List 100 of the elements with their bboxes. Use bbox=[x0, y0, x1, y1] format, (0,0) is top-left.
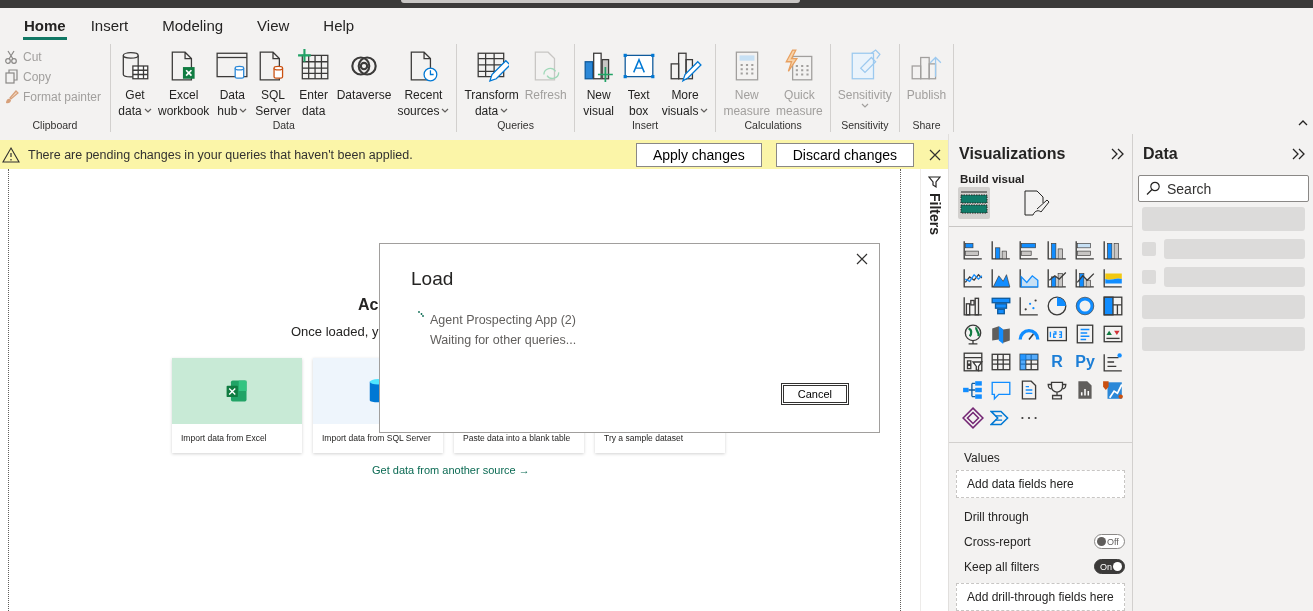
ribbon-button[interactable]: SQL Server bbox=[252, 48, 294, 119]
group-label: Calculations bbox=[744, 119, 802, 132]
hierarchy-icon[interactable] bbox=[962, 379, 984, 401]
slicer-icon[interactable] bbox=[962, 351, 984, 373]
line-column-chart-icon[interactable] bbox=[1074, 267, 1096, 289]
area-chart-icon[interactable] bbox=[990, 267, 1012, 289]
data-source-card[interactable]: Import data from Excel bbox=[172, 358, 302, 453]
caret-icon bbox=[143, 108, 152, 114]
pie-chart-icon[interactable] bbox=[1046, 295, 1068, 317]
notification-message: There are pending changes in your queries that haven't been applied. bbox=[27, 147, 414, 162]
table-icon[interactable] bbox=[990, 351, 1012, 373]
ribbon-button[interactable]: Dataverse bbox=[333, 48, 395, 119]
ribbon-button[interactable]: Recent sources bbox=[394, 48, 453, 119]
list-card-icon[interactable] bbox=[1074, 323, 1096, 345]
key-influencers-icon[interactable] bbox=[1102, 351, 1124, 373]
pane-title: Visualizations bbox=[959, 145, 1066, 163]
waterfall-chart-icon[interactable] bbox=[962, 295, 984, 317]
ribbon-tab[interactable]: Insert bbox=[80, 8, 139, 40]
caret-icon bbox=[700, 108, 709, 114]
line-column-chart-icon[interactable] bbox=[1046, 267, 1068, 289]
globe-icon[interactable] bbox=[962, 323, 984, 345]
ribbon-button[interactable]: Enter data bbox=[293, 48, 334, 119]
line-chart-icon[interactable] bbox=[962, 267, 984, 289]
group-label: Sensitivity bbox=[841, 119, 889, 132]
notification-button[interactable]: Discard changes bbox=[775, 142, 914, 167]
trophy-icon[interactable] bbox=[1046, 379, 1068, 401]
scissors-icon bbox=[4, 49, 20, 65]
title-search-field[interactable] bbox=[401, 0, 800, 3]
bar-chart-icon[interactable] bbox=[1074, 239, 1096, 261]
ribbon-button[interactable]: Excel workbook bbox=[155, 48, 213, 119]
values-label: Values bbox=[963, 451, 1001, 465]
warning-icon bbox=[2, 145, 20, 164]
toggle-switch[interactable]: Off bbox=[1094, 534, 1125, 549]
caret-icon bbox=[441, 108, 450, 114]
ribbon-tab[interactable]: Home bbox=[23, 8, 67, 40]
group-label: Clipboard bbox=[32, 119, 78, 132]
canvas-heading: Ac bbox=[358, 295, 379, 315]
group-label: Insert bbox=[631, 119, 659, 132]
copy-icon bbox=[4, 69, 20, 85]
script-visual-button[interactable]: Py bbox=[1075, 353, 1095, 371]
expand-icon[interactable] bbox=[1110, 147, 1125, 161]
pane-title: Data bbox=[1143, 145, 1178, 163]
toggle-label: Keep all filters bbox=[964, 559, 1040, 574]
group-label: Share bbox=[912, 119, 941, 132]
toggle-label: Cross-report bbox=[964, 534, 1031, 549]
filters-label: Filters bbox=[926, 193, 943, 235]
script-visual-button[interactable]: R bbox=[1051, 353, 1063, 371]
ribbon-tab[interactable]: Help bbox=[313, 8, 365, 40]
ribbon-tab[interactable]: Modeling bbox=[152, 8, 234, 40]
close-icon[interactable] bbox=[928, 147, 942, 162]
dialog-title: Load bbox=[411, 268, 455, 290]
speech-bubble-icon[interactable] bbox=[990, 379, 1012, 401]
ribbon-tab[interactable]: View bbox=[247, 8, 300, 40]
drop-zone[interactable]: Add data fields here bbox=[956, 470, 1125, 498]
canvas-subtitle: Once loaded, y bbox=[291, 324, 379, 339]
get-data-link[interactable]: Get data from another source → bbox=[372, 464, 530, 476]
caret-icon bbox=[500, 108, 509, 114]
build-visual-label: Build visual bbox=[959, 172, 1026, 185]
paint-brush-icon bbox=[4, 89, 20, 105]
donut-chart-icon[interactable] bbox=[1074, 295, 1096, 317]
triangle-indicators-icon[interactable] bbox=[1102, 323, 1124, 345]
treemap-icon[interactable] bbox=[1102, 295, 1124, 317]
group-label: Data bbox=[272, 119, 295, 132]
ribbon-button[interactable]: Text box bbox=[618, 48, 659, 119]
stacked-area-chart-icon[interactable] bbox=[1018, 267, 1040, 289]
toggle-switch[interactable]: On bbox=[1094, 559, 1125, 574]
ribbon-chart-icon[interactable] bbox=[1102, 267, 1124, 289]
stacked-column-chart-icon[interactable] bbox=[990, 239, 1012, 261]
excel-logo-icon bbox=[224, 378, 250, 404]
clustered-column-chart-icon[interactable] bbox=[1046, 239, 1068, 261]
column-chart-icon[interactable] bbox=[1102, 239, 1124, 261]
spinner-icon bbox=[418, 311, 424, 317]
cancel-button[interactable]: Cancel bbox=[780, 383, 849, 405]
filters-pane[interactable]: Filters bbox=[920, 169, 948, 611]
collapse-icon[interactable] bbox=[1298, 119, 1308, 127]
route-map-icon[interactable] bbox=[1102, 379, 1124, 401]
expand-icon[interactable] bbox=[1291, 147, 1306, 161]
matrix-icon[interactable] bbox=[1018, 351, 1040, 373]
stacked-bar-chart-icon[interactable] bbox=[962, 239, 984, 261]
search-icon bbox=[1146, 181, 1160, 195]
caret-icon bbox=[239, 108, 248, 114]
clustered-bar-chart-icon[interactable] bbox=[1018, 239, 1040, 261]
search-field[interactable]: Search bbox=[1138, 175, 1309, 202]
map-icon[interactable] bbox=[990, 323, 1012, 345]
ribbon-button[interactable]: Get data bbox=[115, 48, 155, 119]
caret-icon bbox=[861, 103, 870, 109]
drop-zone[interactable]: Add drill-through fields here bbox=[956, 583, 1125, 611]
drill-through-label: Drill through bbox=[963, 510, 1030, 524]
diamond-icon[interactable] bbox=[962, 407, 984, 429]
query-name: Agent Prospecting App (2) bbox=[430, 312, 577, 329]
ribbon-button[interactable]: New visual bbox=[578, 48, 619, 119]
ribbon-button[interactable]: More visuals bbox=[658, 48, 712, 119]
notification-button[interactable]: Apply changes bbox=[635, 142, 762, 167]
close-icon[interactable] bbox=[855, 252, 869, 266]
query-status: Waiting for other queries... bbox=[430, 332, 577, 349]
scatter-chart-icon[interactable] bbox=[1018, 295, 1040, 317]
ribbon-button[interactable]: Data hub bbox=[212, 48, 253, 119]
ribbon-button[interactable]: Transform data bbox=[461, 48, 522, 119]
funnel-chart-icon[interactable] bbox=[990, 295, 1012, 317]
build-visual-tab[interactable] bbox=[958, 187, 990, 219]
